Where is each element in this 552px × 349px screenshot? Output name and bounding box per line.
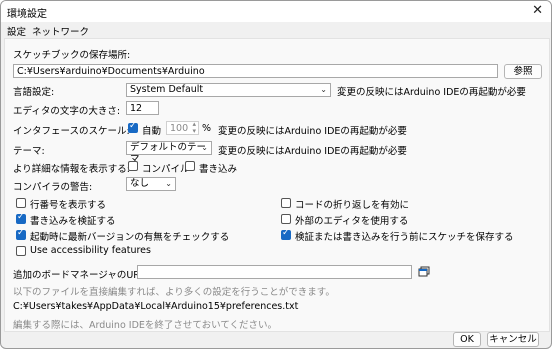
scale-unit: % <box>202 123 212 134</box>
preferences-window: 環境設定 ✕ 設定 ネットワーク スケッチブックの保存場所: C:¥Users¥… <box>0 0 552 349</box>
close-icon[interactable]: ✕ <box>532 3 543 18</box>
window-icon[interactable] <box>418 266 430 278</box>
scale-value: 100 <box>170 123 189 134</box>
warnings-label: コンパイラの警告: <box>13 182 93 193</box>
check-updates-label: 起動時に最新バージョンの有無をチェックする <box>30 232 230 243</box>
language-note: 変更の反映にはArduino IDEの再起動が必要 <box>337 87 526 98</box>
tab-bar: 設定 ネットワーク <box>1 22 551 38</box>
ok-button[interactable]: OK <box>453 332 481 347</box>
scale-note: 変更の反映にはArduino IDEの再起動が必要 <box>218 126 407 137</box>
chevron-down-icon: ⌄ <box>201 143 208 152</box>
check-updates-checkbox[interactable] <box>16 228 26 240</box>
accessibility-checkbox[interactable] <box>16 246 26 256</box>
code-folding-checkbox[interactable] <box>281 198 291 208</box>
external-editor-checkbox[interactable] <box>281 214 291 224</box>
verify-upload-label: 書き込みを検証する <box>30 216 116 227</box>
auto-scale-label: 自動 <box>142 126 162 137</box>
scale-label: インタフェースのスケール: <box>13 126 130 137</box>
theme-note: 変更の反映にはArduino IDEの再起動が必要 <box>218 146 407 157</box>
tab-settings[interactable]: 設定 <box>7 24 26 38</box>
language-select[interactable]: System Default ⌄ <box>126 83 331 97</box>
line-numbers-checkbox[interactable] <box>16 198 26 208</box>
code-folding-label: コードの折り返しを有効に <box>295 200 410 211</box>
settings-panel: スケッチブックの保存場所: C:¥Users¥arduino¥Documents… <box>4 38 550 332</box>
accessibility-label: Use accessibility features <box>30 245 151 256</box>
browse-button[interactable]: 参照 <box>504 64 542 79</box>
language-label: 言語設定: <box>13 87 55 98</box>
external-editor-label: 外部のエディタを使用する <box>295 216 409 227</box>
verbose-label: より詳細な情報を表示する: <box>13 164 131 175</box>
title-bar: 環境設定 ✕ <box>1 1 551 22</box>
verbose-compile-label: コンパイル <box>142 164 190 175</box>
warnings-value: なし <box>130 178 150 189</box>
verify-upload-checkbox[interactable] <box>16 212 26 224</box>
language-value: System Default <box>130 84 204 95</box>
sketchbook-label: スケッチブックの保存場所: <box>13 50 131 61</box>
warnings-select[interactable]: なし ⌄ <box>126 177 176 191</box>
save-before-label: 検証または書き込みを行う前にスケッチを保存する <box>295 232 514 243</box>
fontsize-input[interactable]: 12 <box>126 101 159 115</box>
tab-network[interactable]: ネットワーク <box>32 24 89 38</box>
theme-select[interactable]: デフォルトのテーマ ⌄ <box>126 141 212 165</box>
chevron-down-icon: ⌄ <box>165 179 172 188</box>
board-manager-label: 追加のボードマネージャのURL: <box>13 270 149 281</box>
verbose-upload-label: 書き込み <box>199 164 238 175</box>
info-line2: 編集する際には、Arduino IDEを終了させておいてください。 <box>13 320 278 331</box>
preferences-path: C:¥Users¥takes¥AppData¥Local¥Arduino15¥p… <box>13 301 299 312</box>
verbose-compile-checkbox[interactable] <box>128 161 138 171</box>
info-line1: 以下のファイルを直接編集すれば、より多くの設定を行うことができます。 <box>13 287 335 298</box>
auto-scale-checkbox[interactable] <box>128 121 138 133</box>
board-manager-url-input[interactable] <box>137 265 412 279</box>
save-before-checkbox[interactable] <box>281 228 291 240</box>
scale-input[interactable]: 100 ▴ ▾ <box>166 121 199 135</box>
theme-label: テーマ: <box>13 146 45 157</box>
window-title: 環境設定 <box>7 9 47 20</box>
chevron-down-icon: ⌄ <box>320 85 327 94</box>
cancel-button[interactable]: キャンセル <box>487 332 539 347</box>
sketchbook-path-input[interactable]: C:¥Users¥arduino¥Documents¥Arduino <box>13 64 498 78</box>
spinner-icon[interactable]: ▴ ▾ <box>192 121 196 135</box>
fontsize-label: エディタの文字の大きさ: <box>13 106 121 117</box>
verbose-upload-checkbox[interactable] <box>185 161 195 171</box>
line-numbers-label: 行番号を表示する <box>30 200 107 211</box>
